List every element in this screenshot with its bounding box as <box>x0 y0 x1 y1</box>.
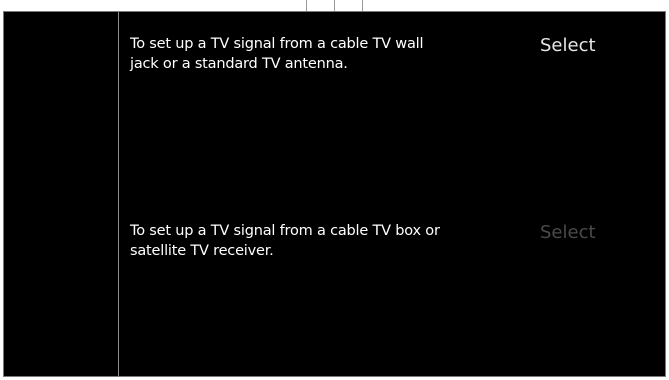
top-tick <box>362 0 363 11</box>
select-button[interactable]: Select <box>540 34 596 58</box>
top-tick <box>306 0 307 11</box>
top-strip <box>0 0 669 11</box>
select-button[interactable]: Select <box>540 221 596 245</box>
panel-divider <box>118 12 119 376</box>
top-tick <box>334 0 335 11</box>
option-description: To set up a TV signal from a cable TV bo… <box>130 223 440 259</box>
option-description: To set up a TV signal from a cable TV wa… <box>130 36 424 72</box>
left-menu-panel <box>4 12 118 376</box>
tv-setup-screen: To set up a TV signal from a cable TV wa… <box>3 11 666 377</box>
